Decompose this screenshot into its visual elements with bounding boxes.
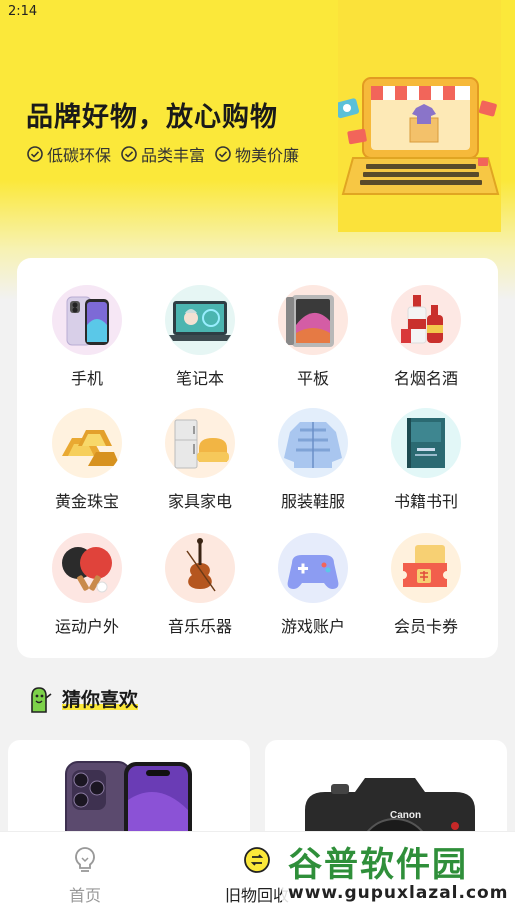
banner-tag: 品类丰富	[121, 142, 205, 166]
category-music[interactable]: 音乐乐器	[145, 533, 255, 637]
banner-tag: 低碳环保	[27, 142, 111, 166]
category-laptop[interactable]: 笔记本	[145, 285, 255, 389]
check-circle-icon	[215, 146, 231, 162]
category-game[interactable]: 游戏账户	[258, 533, 368, 637]
banner-tags: 低碳环保 品类丰富 物美价廉	[27, 142, 299, 166]
category-book[interactable]: 书籍书刊	[371, 408, 481, 512]
category-label: 会员卡券	[393, 617, 458, 636]
banner-tag-label: 低碳环保	[47, 146, 112, 165]
category-label: 家具家电	[167, 492, 232, 511]
category-label: 游戏账户	[280, 617, 345, 636]
category-label: 音乐乐器	[167, 617, 232, 636]
tab-label: 首页	[68, 886, 101, 905]
cactus-mascot-icon	[31, 687, 52, 713]
banner-tag-label: 物美价廉	[235, 146, 300, 165]
tablet-icon	[278, 285, 348, 355]
category-gold[interactable]: 黄金珠宝	[32, 408, 142, 512]
banner-illustration	[335, 0, 501, 232]
status-time: 2:14	[8, 4, 38, 19]
category-sports[interactable]: 运动户外	[32, 533, 142, 637]
category-phone[interactable]: 手机	[32, 285, 142, 389]
violin-icon	[165, 533, 235, 603]
category-label: 笔记本	[175, 369, 224, 388]
section-title: 猜你喜欢	[22, 682, 139, 714]
check-circle-icon	[27, 146, 43, 162]
category-tablet[interactable]: 平板	[258, 285, 368, 389]
coupon-icon	[391, 533, 461, 603]
category-coupon[interactable]: 会员卡券	[371, 533, 481, 637]
recycle-icon	[244, 847, 270, 873]
watermark: 谷普软件园 www.gupuxlazal.com	[282, 835, 515, 917]
category-label: 名烟名酒	[393, 369, 458, 388]
category-label: 书籍书刊	[393, 492, 458, 511]
phone-icon	[52, 285, 122, 355]
pingpong-icon	[52, 533, 122, 603]
appliance-icon	[165, 408, 235, 478]
category-label: 手机	[70, 369, 103, 388]
gold-icon	[52, 408, 122, 478]
laptop-shop-illustration	[335, 77, 500, 195]
watermark-url: www.gupuxlazal.com	[288, 883, 509, 903]
book-icon	[391, 408, 461, 478]
category-card: 手机 笔记本 平板 名烟名酒 黄金珠宝 家具家电 服装鞋服 书籍书刊 运动户外 …	[17, 258, 498, 658]
category-label: 服装鞋服	[280, 492, 345, 511]
category-label: 平板	[296, 369, 329, 388]
banner-tag: 物美价廉	[215, 142, 299, 166]
tab-home[interactable]: 首页	[25, 846, 145, 906]
banner-tag-label: 品类丰富	[141, 146, 206, 165]
jacket-icon	[278, 408, 348, 478]
bulb-icon	[75, 847, 95, 872]
category-appliance[interactable]: 家具家电	[145, 408, 255, 512]
laptop-icon	[165, 285, 235, 355]
category-liquor[interactable]: 名烟名酒	[371, 285, 481, 389]
watermark-title: 谷普软件园	[288, 845, 468, 885]
check-circle-icon	[121, 146, 137, 162]
category-label: 黄金珠宝	[54, 492, 119, 511]
category-label: 运动户外	[54, 617, 119, 636]
gamepad-icon	[278, 533, 348, 603]
banner-title: 品牌好物，放心购物	[26, 102, 278, 133]
liquor-icon	[391, 285, 461, 355]
category-clothing[interactable]: 服装鞋服	[258, 408, 368, 512]
section-title-text: 猜你喜欢	[62, 685, 139, 712]
